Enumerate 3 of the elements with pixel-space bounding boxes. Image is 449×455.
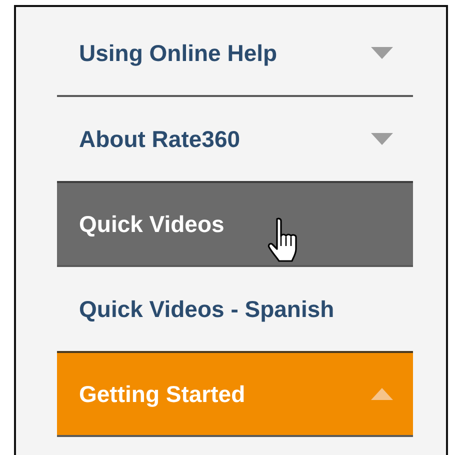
menu-item[interactable]: Quick Videos - Spanish — [57, 267, 413, 353]
menu-item[interactable]: Using Online Help — [57, 11, 413, 97]
menu-item[interactable]: Quick Videos — [57, 181, 413, 267]
